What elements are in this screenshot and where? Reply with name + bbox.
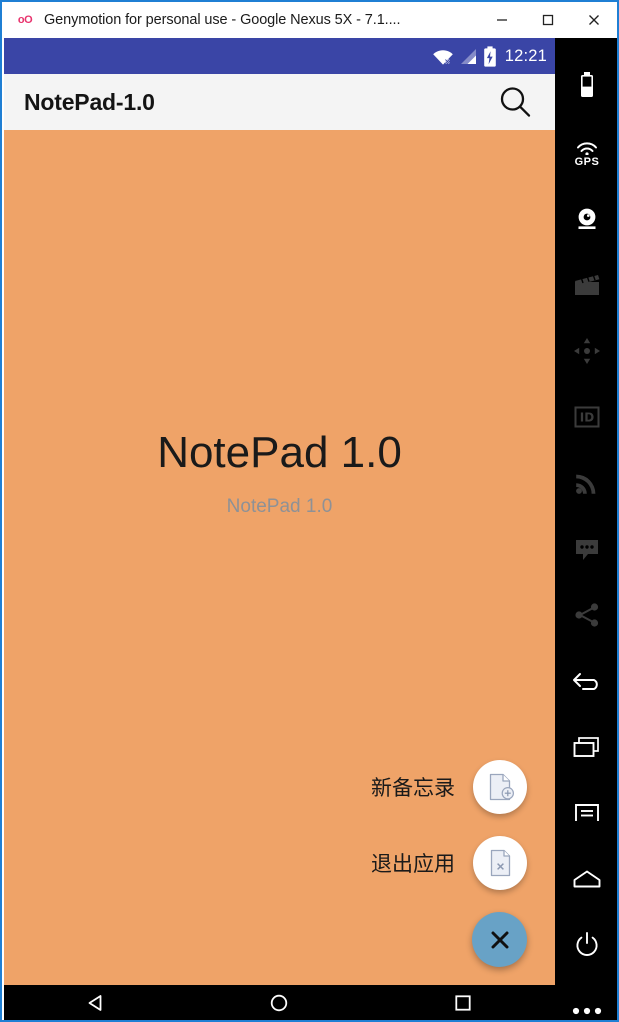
android-status-bar: 12:21 [4,38,555,74]
window-maximize-button[interactable] [525,3,571,37]
back-widget-button[interactable] [555,648,617,714]
status-bar-clock: 12:21 [504,46,547,65]
battery-icon [581,72,593,97]
camera-widget-button[interactable] [555,186,617,252]
clapperboard-icon [575,273,600,295]
svg-text:ID: ID [580,411,594,425]
accelerometer-widget-button[interactable] [555,318,617,384]
fab-menu-item-exit-app[interactable]: 退出应用 [371,836,527,890]
fab-menu-item-label: 退出应用 [371,852,455,876]
recents-icon [573,737,599,757]
more-dots-icon [572,1007,602,1015]
back-arrow-icon [573,673,598,690]
wifi-no-internet-icon [432,46,454,66]
nav-home-button[interactable] [249,985,309,1020]
sms-bubble-icon [576,540,598,560]
menu-widget-button[interactable] [555,780,617,846]
close-document-icon [490,849,511,877]
nav-back-button[interactable] [66,985,126,1020]
cellular-signal-icon [459,47,478,66]
battery-widget-button[interactable] [555,54,617,120]
genymotion-logo-icon: oO [8,3,42,37]
window-close-button[interactable] [571,3,617,37]
battery-charging-icon [483,45,497,67]
identifiers-widget-button[interactable]: ID [555,384,617,450]
genymotion-widget-toolbar: GPS ID [555,38,617,1020]
fab-toggle-button[interactable] [472,912,527,967]
phone-sms-widget-button[interactable] [555,516,617,582]
window-title: Genymotion for personal use - Google Nex… [44,12,401,28]
gps-widget-button[interactable]: GPS [555,120,617,186]
exit-app-button[interactable] [473,836,527,890]
new-document-icon [489,773,514,801]
id-icon: ID [574,406,600,428]
fab-menu-item-new-memo[interactable]: 新备忘录 [371,760,527,814]
camera-icon [578,208,596,229]
app-toolbar: NotePad-1.0 [4,74,555,130]
fab-menu-item-label: 新备忘录 [371,776,455,800]
center-text-block: NotePad 1.0 NotePad 1.0 [4,428,555,518]
triangle-back-icon [88,994,102,1011]
circle-home-icon [271,994,288,1011]
search-icon [500,87,531,117]
gps-label: GPS [574,155,600,168]
window-minimize-button[interactable] [479,3,525,37]
power-widget-button[interactable] [555,912,617,978]
fab-main-row [472,912,527,967]
fab-speed-dial-menu: 新备忘录 退出应用 [371,760,527,967]
menu-icon [575,804,599,821]
close-icon [589,15,599,25]
page-subtitle: NotePad 1.0 [226,496,333,518]
app-content-area: NotePad 1.0 NotePad 1.0 新备忘录 退出应用 [4,130,555,985]
home-widget-button[interactable] [555,846,617,912]
genymotion-window: oO Genymotion for personal use - Google … [0,0,619,1022]
android-navigation-bar [4,985,555,1020]
app-title: NotePad-1.0 [24,88,155,115]
close-icon [491,931,508,948]
dpad-move-icon [574,338,600,364]
more-widget-button[interactable] [555,978,617,1020]
gps-icon: GPS [574,139,600,168]
home-icon [573,870,601,888]
power-icon [576,932,598,956]
page-title: NotePad 1.0 [157,428,402,477]
screencast-widget-button[interactable] [555,252,617,318]
recents-widget-button[interactable] [555,714,617,780]
window-title-bar: oO Genymotion for personal use - Google … [2,2,617,38]
network-widget-button[interactable] [555,450,617,516]
share-icon [575,603,599,627]
search-button[interactable] [493,80,537,124]
minimize-icon [497,19,507,21]
nav-recents-button[interactable] [433,985,493,1020]
new-document-button[interactable] [473,760,527,814]
maximize-icon [542,14,554,26]
share-widget-button[interactable] [555,582,617,648]
square-recents-icon [455,994,471,1011]
signal-waves-icon [576,474,596,494]
android-device-screen: 12:21 NotePad-1.0 NotePad 1.0 NotePad 1.… [4,38,555,1020]
genymotion-logo-text: oO [17,14,33,26]
